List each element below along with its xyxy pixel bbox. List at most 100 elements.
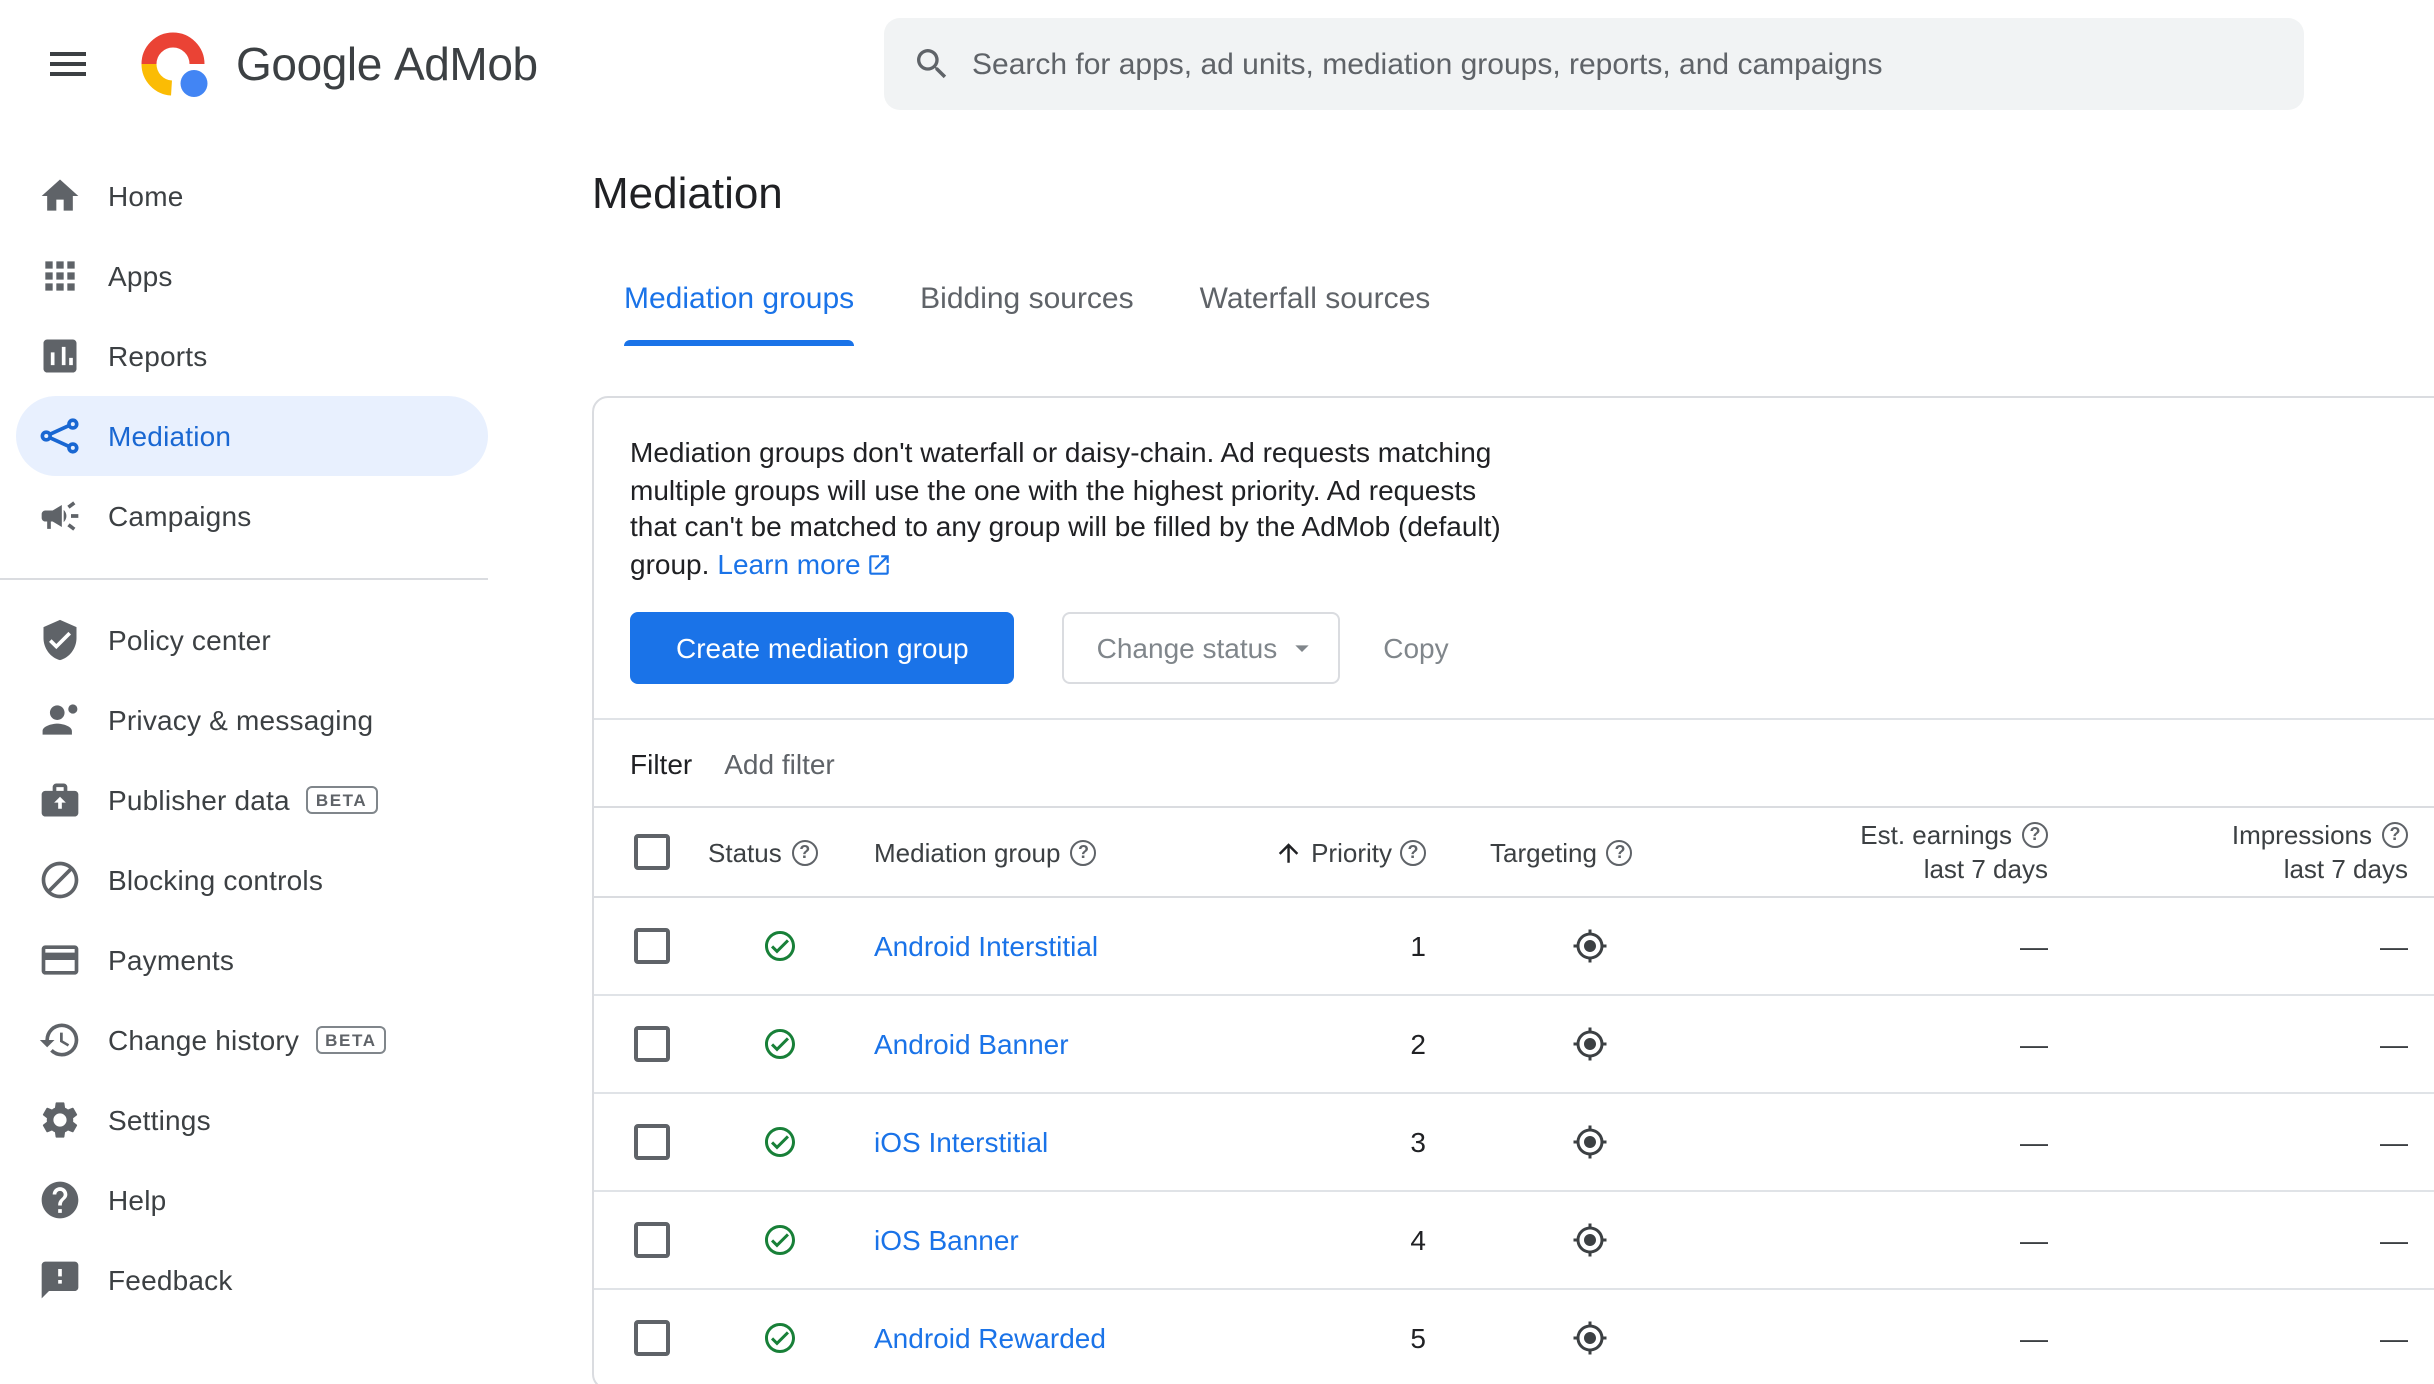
priority-cell: 1 — [1410, 930, 1426, 962]
table-row: iOS Banner 4 — — — [594, 1192, 2434, 1290]
home-icon — [36, 172, 84, 220]
blocking-controls-icon — [36, 856, 84, 904]
targeting-icon — [1572, 929, 1606, 963]
targeting-header-label: Targeting — [1490, 837, 1597, 867]
priority-cell: 2 — [1410, 1028, 1426, 1060]
mediation-group-link[interactable]: iOS Interstitial — [874, 1126, 1048, 1158]
admob-logo[interactable]: Google AdMob — [140, 28, 538, 100]
settings-icon — [36, 1096, 84, 1144]
card-description: Mediation groups don't waterfall or dais… — [630, 434, 2434, 582]
sidebar-item-label: Privacy & messaging — [108, 704, 374, 736]
mediation-group-link[interactable]: Android Interstitial — [874, 930, 1098, 962]
targeting-icon — [1572, 1125, 1606, 1159]
impressions-cell: — — [2380, 1028, 2408, 1060]
apps-icon — [36, 252, 84, 300]
sidebar-item-apps[interactable]: Apps — [16, 236, 488, 316]
status-active-icon — [764, 1323, 794, 1353]
impressions-header-sub: last 7 days — [2283, 854, 2408, 884]
add-filter-button[interactable]: Add filter — [724, 747, 835, 779]
sidebar-item-label: Blocking controls — [108, 864, 324, 896]
help-icon[interactable]: ? — [2022, 822, 2048, 848]
targeting-cell — [1434, 1026, 1744, 1062]
mediation-groups-card: Mediation groups don't waterfall or dais… — [592, 396, 2434, 1384]
mediation-group-link[interactable]: Android Rewarded — [874, 1322, 1106, 1354]
targeting-header: Targeting? — [1434, 837, 1744, 867]
brand-name: Google — [236, 37, 382, 89]
help-icon[interactable]: ? — [1070, 839, 1097, 865]
help-icon — [36, 1176, 84, 1224]
sidebar-item-privacy-messaging[interactable]: Privacy & messaging — [16, 680, 488, 760]
learn-more-link[interactable]: Learn more — [717, 547, 892, 579]
table-row: Android Interstitial 1 — — — [594, 898, 2434, 996]
row-checkbox[interactable] — [634, 1222, 670, 1258]
sidebar-item-label: Policy center — [108, 624, 271, 656]
actions-row: Create mediation group Change status Cop… — [630, 612, 2434, 684]
help-icon[interactable]: ? — [791, 839, 818, 865]
sidebar-item-payments[interactable]: Payments — [16, 920, 488, 1000]
table-header-row: Status? Mediation group? Priority? Targe… — [594, 806, 2434, 898]
impressions-header: Impressions? last 7 days — [2064, 818, 2424, 886]
status-cell — [694, 1222, 864, 1258]
tab-bidding-sources[interactable]: Bidding sources — [920, 280, 1133, 346]
sidebar-item-blocking-controls[interactable]: Blocking controls — [16, 840, 488, 920]
priority-cell: 4 — [1410, 1224, 1426, 1256]
earnings-cell: — — [2020, 1322, 2048, 1354]
change-history-icon — [36, 1016, 84, 1064]
sidebar-item-policy-center[interactable]: Policy center — [16, 600, 488, 680]
mediation-group-link[interactable]: Android Banner — [874, 1028, 1069, 1060]
sidebar-item-campaigns[interactable]: Campaigns — [16, 476, 488, 556]
status-cell — [694, 1124, 864, 1160]
search-input[interactable] — [972, 47, 2272, 81]
row-checkbox[interactable] — [634, 1124, 670, 1160]
help-icon[interactable]: ? — [2382, 822, 2408, 848]
mediation-group-link[interactable]: iOS Banner — [874, 1224, 1019, 1256]
product-name: AdMob — [393, 37, 538, 89]
logo-text: Google AdMob — [236, 37, 538, 91]
sidebar-item-label: Campaigns — [108, 500, 252, 532]
mediation-group-header-label: Mediation group — [874, 837, 1061, 867]
sidebar-item-publisher-data[interactable]: Publisher data BETA — [16, 760, 488, 840]
impressions-cell: — — [2380, 930, 2408, 962]
status-cell — [694, 1320, 864, 1356]
priority-header[interactable]: Priority? — [1274, 837, 1434, 867]
sidebar-item-change-history[interactable]: Change history BETA — [16, 1000, 488, 1080]
impressions-cell: — — [2380, 1322, 2408, 1354]
copy-button[interactable]: Copy — [1367, 632, 1464, 664]
targeting-icon — [1572, 1321, 1606, 1355]
sidebar-item-label: Settings — [108, 1104, 211, 1136]
sidebar-item-label: Mediation — [108, 420, 232, 452]
row-checkbox[interactable] — [634, 928, 670, 964]
row-checkbox[interactable] — [634, 1320, 670, 1356]
targeting-icon — [1572, 1027, 1606, 1061]
help-icon[interactable]: ? — [1606, 839, 1633, 865]
sidebar-item-reports[interactable]: Reports — [16, 316, 488, 396]
tab-waterfall-sources[interactable]: Waterfall sources — [1200, 280, 1431, 346]
est-earnings-header-label: Est. earnings — [1860, 820, 2012, 850]
status-active-icon — [764, 931, 794, 961]
status-cell — [694, 1026, 864, 1062]
targeting-icon — [1572, 1223, 1606, 1257]
sidebar-item-label: Help — [108, 1184, 167, 1216]
sidebar-item-settings[interactable]: Settings — [16, 1080, 488, 1160]
hamburger-menu-button[interactable] — [28, 24, 108, 104]
mediation-icon — [36, 412, 84, 460]
sidebar-item-mediation[interactable]: Mediation — [16, 396, 488, 476]
sidebar-item-feedback[interactable]: Feedback — [16, 1240, 488, 1320]
chevron-down-icon — [1294, 645, 1308, 652]
table-row: Android Banner 2 — — — [594, 996, 2434, 1094]
tab-mediation-groups[interactable]: Mediation groups — [624, 280, 855, 346]
earnings-cell: — — [2020, 1224, 2048, 1256]
help-icon[interactable]: ? — [1400, 839, 1426, 865]
sidebar-item-home[interactable]: Home — [16, 156, 488, 236]
change-status-label: Change status — [1096, 632, 1278, 664]
search-bar[interactable] — [884, 18, 2304, 110]
sidebar-item-help[interactable]: Help — [16, 1160, 488, 1240]
change-status-button[interactable]: Change status — [1062, 612, 1340, 684]
sidebar-item-label: Payments — [108, 944, 235, 976]
select-all-checkbox[interactable] — [634, 834, 670, 870]
create-mediation-group-button[interactable]: Create mediation group — [630, 612, 1015, 684]
tab-bar: Mediation groups Bidding sources Waterfa… — [592, 280, 2434, 346]
earnings-cell: — — [2020, 1126, 2048, 1158]
impressions-cell: — — [2380, 1224, 2408, 1256]
row-checkbox[interactable] — [634, 1026, 670, 1062]
